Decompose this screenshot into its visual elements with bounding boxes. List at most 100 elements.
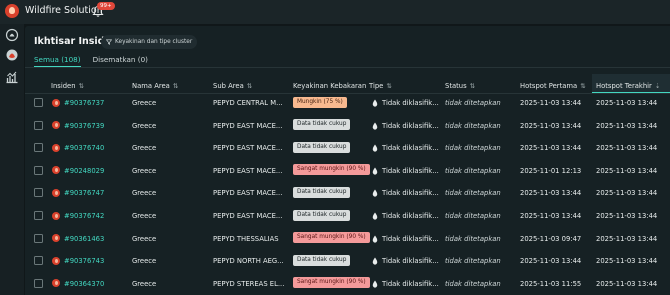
fire-incident-icon (52, 166, 60, 175)
sub-area: PEPYD EAST MACE... (213, 144, 283, 153)
last-hotspot-time: 2025-11-03 13:44 (596, 279, 658, 288)
notification-badge: 99+ (97, 2, 115, 10)
filter-chip-label: Keyakinan dan tipe cluster (115, 39, 193, 45)
row-checkbox[interactable] (34, 211, 43, 220)
status-text: tidak ditetapkan (445, 234, 501, 243)
incident-type: Tidak diklasifik... (382, 212, 439, 220)
confidence-badge: Sangat mungkin (90 %) (293, 164, 370, 176)
confidence-badge: Sangat mungkin (90 %) (293, 232, 370, 244)
column-header-label: Nama Area (132, 82, 170, 90)
incident-type: Tidak diklasifik... (382, 279, 439, 288)
table-row[interactable]: #90376740 Greece PEPYD EAST MACE... Data ti… (25, 137, 670, 160)
table-row[interactable]: #90361463 Greece PEPYD THESSALIAS Sangat mu… (25, 228, 670, 251)
flame-drop-icon (372, 189, 378, 197)
area-name: Greece (132, 144, 157, 153)
last-hotspot-time: 2025-11-03 13:44 (596, 189, 658, 198)
cluster-filter-chip[interactable]: Keyakinan dan tipe cluster (101, 35, 198, 49)
incident-id-link[interactable]: #90376740 (64, 144, 104, 152)
first-hotspot-time: 2025-11-03 13:44 (520, 257, 582, 266)
confidence-badge: Mungkin (75 %) (293, 96, 347, 108)
confidence-badge: Data tidak cukup (293, 186, 351, 198)
incident-map-icon[interactable] (5, 28, 19, 42)
fire-incident-icon (52, 98, 60, 107)
incident-id-link[interactable]: #90361463 (64, 235, 104, 243)
tab-pinned[interactable]: Disematkan (0) (93, 55, 148, 67)
table-row[interactable]: #90376747 Greece PEPYD EAST MACE... Data ti… (25, 182, 670, 205)
incident-id-link[interactable]: #90376747 (64, 189, 104, 197)
flame-drop-icon (372, 144, 378, 152)
status-text: tidak ditetapkan (445, 257, 501, 266)
table-row[interactable]: #90376737 Greece PEPYD CENTRAL M... Mungkin… (25, 92, 670, 115)
tab-bar: Semua (108) Disematkan (0) (34, 55, 148, 67)
tab-all[interactable]: Semua (108) (34, 55, 81, 67)
row-checkbox[interactable] (34, 278, 43, 288)
top-bar: Wildfire Solution 99+ (0, 0, 670, 24)
incident-id-link[interactable]: #90248029 (64, 167, 104, 175)
first-hotspot-time: 2025-11-03 09:47 (520, 234, 582, 243)
table-row[interactable]: #90364370 Greece PEPYD STEREAS EL... Sangat… (25, 273, 670, 295)
table-row[interactable]: #90376742 Greece PEPYD EAST MACE... Data ti… (25, 205, 670, 228)
column-header-status[interactable]: Status ⇅ (445, 82, 475, 90)
confidence-badge: Data tidak cukup (293, 141, 351, 153)
area-name: Greece (132, 189, 157, 198)
fire-incident-icon (52, 121, 60, 130)
row-checkbox[interactable] (34, 233, 43, 243)
column-header-area-name[interactable]: Nama Area ⇅ (132, 82, 178, 90)
column-header-sub-area[interactable]: Sub Area ⇅ (213, 82, 252, 90)
area-name: Greece (132, 279, 157, 288)
incident-id-link[interactable]: #90376743 (64, 257, 104, 265)
row-checkbox[interactable] (34, 143, 43, 153)
row-checkbox[interactable] (34, 256, 43, 266)
layers-icon[interactable] (5, 48, 19, 62)
table-row[interactable]: #90248029 Greece PEPYD EAST MACE... Sangat … (25, 160, 670, 183)
fire-incident-icon (52, 211, 60, 220)
sort-arrows-icon: ⇅ (78, 82, 84, 90)
column-header-label: Tipe (369, 82, 384, 90)
status-text: tidak ditetapkan (445, 166, 501, 175)
incident-id-link[interactable]: #90376739 (64, 122, 104, 130)
column-header-incident[interactable]: Insiden ⇅ (51, 82, 84, 90)
first-hotspot-time: 2025-11-03 13:44 (520, 144, 582, 153)
row-checkbox[interactable] (34, 120, 43, 130)
fire-incident-icon (52, 143, 60, 152)
column-header-first-hotspot[interactable]: Hotspot Pertama ⇅ (520, 82, 586, 90)
analytics-icon[interactable] (5, 70, 19, 84)
area-name: Greece (132, 234, 157, 243)
row-checkbox[interactable] (34, 98, 43, 107)
row-checkbox[interactable] (34, 188, 43, 198)
tab-divider (25, 67, 670, 68)
column-header-label: Keyakinan Kebakaran (293, 82, 367, 90)
flame-drop-icon (372, 280, 378, 288)
incident-id-link[interactable]: #90364370 (64, 280, 104, 288)
confidence-badge: Data tidak cukup (293, 119, 351, 131)
column-header-label: Hotspot Pertama (520, 82, 578, 90)
incident-id-link[interactable]: #90376737 (64, 99, 104, 107)
sort-desc-icon: ⇣ (654, 82, 661, 90)
row-checkbox[interactable] (34, 165, 43, 175)
sub-area: PEPYD EAST MACE... (213, 166, 283, 175)
incident-type: Tidak diklasifik... (382, 99, 439, 107)
first-hotspot-time: 2025-11-03 13:44 (520, 189, 582, 198)
status-text: tidak ditetapkan (445, 189, 501, 198)
column-header-last-hotspot[interactable]: Hotspot Terakhir ⇣ (596, 82, 660, 90)
column-header-type[interactable]: Tipe ⇅ (369, 82, 392, 90)
area-name: Greece (132, 99, 157, 107)
incident-id-link[interactable]: #90376742 (64, 212, 104, 220)
table-row[interactable]: #90376743 Greece PEPYD NORTH AEG... Data ti… (25, 250, 670, 273)
confidence-badge: Sangat mungkin (90 %) (293, 277, 370, 289)
table-row[interactable]: #90376739 Greece PEPYD EAST MACE... Data ti… (25, 115, 670, 138)
sub-area: PEPYD EAST MACE... (213, 212, 283, 220)
sub-area: PEPYD THESSALIAS (213, 234, 279, 243)
incident-type: Tidak diklasifik... (382, 166, 439, 175)
column-header-label: Insiden (51, 82, 76, 90)
last-hotspot-time: 2025-11-03 13:44 (596, 144, 658, 153)
first-hotspot-time: 2025-11-03 13:44 (520, 99, 582, 107)
flame-logo-icon[interactable] (5, 4, 19, 18)
sort-arrows-icon: ⇅ (172, 82, 179, 90)
status-text: tidak ditetapkan (445, 144, 501, 153)
confidence-badge: Data tidak cukup (293, 254, 351, 266)
last-hotspot-time: 2025-11-03 13:44 (596, 166, 658, 175)
flame-drop-icon (372, 167, 378, 175)
sub-area: PEPYD EAST MACE... (213, 189, 283, 198)
fire-incident-icon (52, 188, 60, 197)
